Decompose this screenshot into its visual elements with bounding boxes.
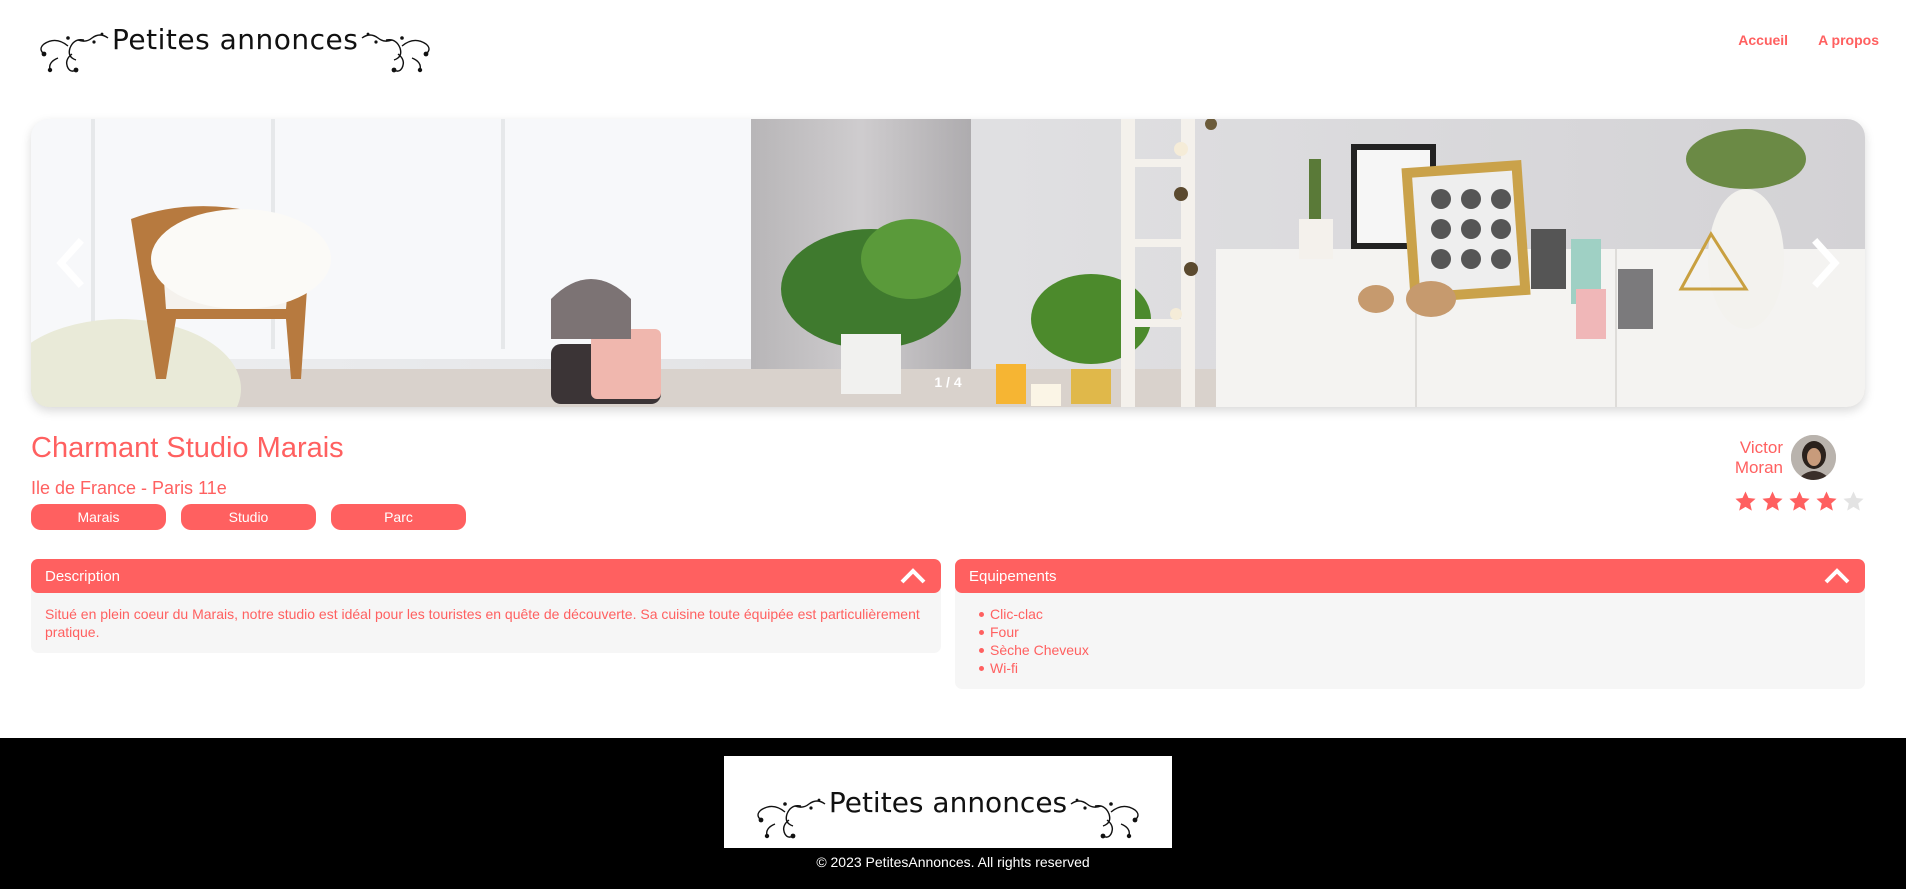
star-icon: [1735, 491, 1756, 511]
equipments-panel: Equipements Clic-clac Four Sèche Cheveux…: [955, 559, 1865, 689]
tag: Parc: [331, 504, 466, 530]
nav-link-about[interactable]: A propos: [1818, 32, 1879, 48]
star-icon: [1762, 491, 1783, 511]
footer-logo-text: Petites annonces: [828, 785, 1068, 819]
flourish-left-icon: [40, 32, 109, 73]
chevron-up-icon[interactable]: [1823, 566, 1851, 586]
tag-list: Marais Studio Parc: [31, 504, 466, 530]
carousel-next-icon[interactable]: [1807, 235, 1847, 291]
host-name: Victor Moran: [1735, 438, 1783, 478]
flourish-right-icon: [1070, 798, 1139, 839]
host-last-name: Moran: [1734, 457, 1783, 477]
listing-location: Ile de France - Paris 11e: [31, 478, 227, 498]
star-empty-icon: [1843, 491, 1864, 511]
description-body: Situé en plein coeur du Marais, notre st…: [31, 587, 941, 653]
description-header: Description: [45, 567, 121, 585]
host-profile: Victor Moran: [1735, 435, 1836, 480]
flourish-left-icon: [757, 798, 826, 839]
main-nav: Accueil A propos: [1738, 32, 1879, 48]
site-logo[interactable]: Petites annonces: [38, 20, 438, 78]
list-item: Clic-clac: [979, 605, 1851, 623]
footer-logo: Petites annonces: [724, 756, 1172, 848]
rating-stars: [1734, 490, 1865, 513]
carousel-counter: 1 / 4: [934, 374, 962, 390]
listing-title: Charmant Studio Marais: [31, 432, 344, 464]
logo-text: Petites annonces: [112, 22, 359, 56]
chevron-up-icon[interactable]: [899, 566, 927, 586]
equipments-list: Clic-clac Four Sèche Cheveux Wi-fi: [969, 605, 1851, 677]
description-toggle[interactable]: Description: [31, 559, 941, 593]
tag: Marais: [31, 504, 166, 530]
photo-carousel: 1 / 4: [31, 119, 1865, 407]
description-panel: Description Situé en plein coeur du Mara…: [31, 559, 941, 653]
nav-link-home[interactable]: Accueil: [1738, 32, 1788, 48]
carousel-prev-icon[interactable]: [49, 235, 89, 291]
avatar: [1791, 435, 1836, 480]
flourish-right-icon: [361, 32, 431, 73]
equipments-body: Clic-clac Four Sèche Cheveux Wi-fi: [955, 587, 1865, 689]
list-item: Four: [979, 623, 1851, 641]
host-first-name: Victor: [1739, 437, 1783, 457]
copyright-text: © 2023 PetitesAnnonces. All rights reser…: [816, 854, 1090, 870]
tag: Studio: [181, 504, 316, 530]
equipments-header: Equipements: [969, 567, 1057, 585]
equipments-toggle[interactable]: Equipements: [955, 559, 1865, 593]
star-icon: [1816, 491, 1837, 511]
star-icon: [1789, 491, 1810, 511]
header: Petites annonces Accueil A propos: [0, 0, 1906, 100]
list-item: Sèche Cheveux: [979, 641, 1851, 659]
footer: Petites annonces © 2023 PetitesAnnonces.…: [0, 738, 1906, 889]
listing-photo: [31, 119, 1865, 407]
description-text: Situé en plein coeur du Marais, notre st…: [45, 606, 920, 640]
list-item: Wi-fi: [979, 659, 1851, 677]
